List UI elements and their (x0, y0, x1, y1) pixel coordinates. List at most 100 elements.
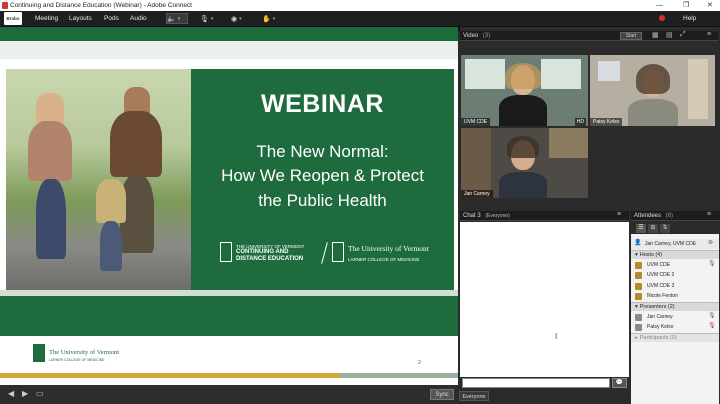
chat-pod-audience: (Everyone) (485, 213, 510, 219)
hd-badge: HD (574, 118, 586, 126)
attendee-row[interactable]: Patsy Kelso (631, 322, 719, 332)
person-woman-legs (36, 179, 66, 259)
pod-menu-icon[interactable]: ≡ (617, 211, 621, 218)
video-name-label: Jan Carney (461, 190, 493, 198)
speaker-toggle[interactable]: 🔈 ▾ (166, 13, 188, 24)
person-child-legs (100, 221, 122, 271)
chevron-down-icon: ▾ (177, 15, 181, 22)
sync-button[interactable]: Sync (430, 389, 454, 400)
slide-bottom-band (0, 290, 458, 336)
speaker-icon: 🔈 (167, 15, 176, 23)
window-title: Continuing and Distance Education (Webin… (10, 2, 192, 9)
raise-hand-button[interactable]: ✋ ▾ (262, 13, 275, 24)
person-child (96, 179, 126, 223)
logo-left-line-3: DISTANCE EDUCATION (236, 256, 304, 262)
chat-messages-area[interactable] (460, 222, 629, 377)
chevron-down-icon: ▾ (635, 252, 638, 258)
chevron-down-icon: ▾ (239, 15, 242, 22)
presenter-body (628, 99, 678, 126)
presenter-body (499, 95, 547, 126)
sidebar-toggle-icon[interactable]: ▭ (36, 389, 44, 398)
webcam-button[interactable]: ◉ ▾ (231, 13, 242, 24)
video-name-label: Patsy Kelso (590, 118, 623, 126)
self-name: Jan Carney, UVM CDE (645, 241, 697, 247)
menu-pods[interactable]: Pods (104, 11, 119, 27)
minimize-icon[interactable]: — (656, 0, 663, 11)
previous-slide-icon[interactable]: ◀ (8, 389, 14, 398)
wall-curtain (688, 59, 708, 119)
video-feed-jan-carney[interactable]: Jan Carney (461, 128, 588, 198)
pod-menu-icon[interactable]: ≡ (707, 211, 711, 218)
video-name-label: UVM CDE (461, 118, 491, 126)
chevron-down-icon: ▾ (272, 15, 276, 22)
attendee-row[interactable]: Jan Carney (631, 312, 719, 322)
chat-pod-header: Chat 3 (Everyone) (460, 211, 629, 221)
participants-group-header[interactable]: ▸ Participants (0) (631, 333, 719, 342)
self-status-row[interactable]: Jan Carney, UVM CDE (631, 239, 719, 249)
chevron-down-icon: ▾ (635, 304, 638, 310)
footer-logo-line-2: LARNER COLLEGE OF MEDICINE (49, 358, 105, 362)
video-feed-patsy-kelso[interactable]: Patsy Kelso (590, 55, 715, 126)
video-pod-title: Video (463, 33, 479, 39)
slide-top-band (0, 27, 458, 41)
clear-status-icon[interactable]: ⊗ (708, 239, 713, 246)
larner-shield-icon (332, 242, 344, 262)
video-pod-count: (3) (482, 33, 491, 39)
microphone-icon: 🎙 (708, 261, 716, 267)
attendee-name: Nicole Fenton (647, 293, 678, 299)
presenter-body (499, 172, 547, 198)
send-message-icon[interactable]: 💬 (612, 378, 627, 388)
attendee-row[interactable]: Nicole Fenton (631, 291, 719, 301)
menu-layouts[interactable]: Layouts (69, 11, 92, 27)
attendee-name: Jan Carney (647, 314, 673, 320)
status-view-icon[interactable]: ⊞ (648, 224, 658, 233)
presenters-group-label: Presenters (2) (639, 304, 675, 310)
presenters-group-header[interactable]: ▾ Presenters (2) (631, 302, 719, 311)
restore-icon[interactable]: ❐ (683, 0, 689, 11)
logo-right-line-1: The University of Vermont (348, 244, 429, 253)
slide-heading: WEBINAR (261, 90, 384, 118)
close-icon[interactable]: ✕ (707, 0, 713, 11)
slide-light-band (0, 41, 458, 59)
menu-audio[interactable]: Audio (130, 11, 147, 27)
microphone-button[interactable]: 🎙 ▾ (200, 13, 213, 24)
chat-message-input[interactable] (462, 378, 610, 388)
fullscreen-icon[interactable]: ⤢ (680, 31, 686, 39)
slide-logos: THE UNIVERSITY OF VERMONT CONTINUING AND… (220, 242, 430, 264)
next-slide-icon[interactable]: ▶ (22, 389, 28, 398)
list-view-icon[interactable]: ☰ (636, 224, 646, 233)
presenter-hair (636, 64, 670, 94)
brand-logo: Brabo (4, 12, 22, 25)
attendee-row[interactable]: UVM CDE 3 (631, 281, 719, 291)
participants-group-label: Participants (0) (639, 335, 677, 341)
logo-divider (321, 242, 328, 264)
slide-title-line-1: The New Normal: (256, 142, 389, 161)
hand-icon: ✋ (262, 15, 271, 23)
attendee-row[interactable]: UVM CDE 2 (631, 270, 719, 280)
attendee-name: Patsy Kelso (647, 324, 674, 330)
attendee-row[interactable]: UVM CDE (631, 260, 719, 270)
video-feed-uvm-cde[interactable]: UVM CDE HD (461, 55, 588, 126)
slide-bottom-stripe (0, 290, 458, 296)
chat-target-tab[interactable]: Everyone (459, 391, 489, 401)
text-cursor-icon: I (555, 332, 558, 341)
grid-view-icon[interactable]: ▦ (652, 31, 659, 39)
video-start-button[interactable]: Start (620, 32, 642, 40)
pod-menu-icon[interactable]: ≡ (707, 31, 711, 38)
person-woman-body (28, 121, 72, 181)
menu-help[interactable]: Help (683, 11, 696, 27)
footer-logo-line-1: The University of Vermont (49, 349, 120, 356)
slide-page-number: 2 (418, 360, 421, 366)
attendees-pod-title: Attendees (634, 213, 662, 219)
wall-art (549, 128, 588, 158)
hosts-group-header[interactable]: ▾ Hosts (4) (631, 250, 719, 259)
family-photo (6, 69, 191, 290)
slide-title-line-3: the Public Health (258, 191, 387, 210)
menu-meeting[interactable]: Meeting (35, 11, 58, 27)
filmstrip-view-icon[interactable]: ▤ (666, 31, 673, 39)
attendee-name: UVM CDE 3 (647, 283, 675, 289)
sort-icon[interactable]: ⇅ (660, 224, 670, 233)
microphone-icon: 🎙 (708, 313, 716, 319)
user-icon: 👤 (634, 240, 642, 246)
attendee-name: UVM CDE 2 (647, 272, 675, 278)
